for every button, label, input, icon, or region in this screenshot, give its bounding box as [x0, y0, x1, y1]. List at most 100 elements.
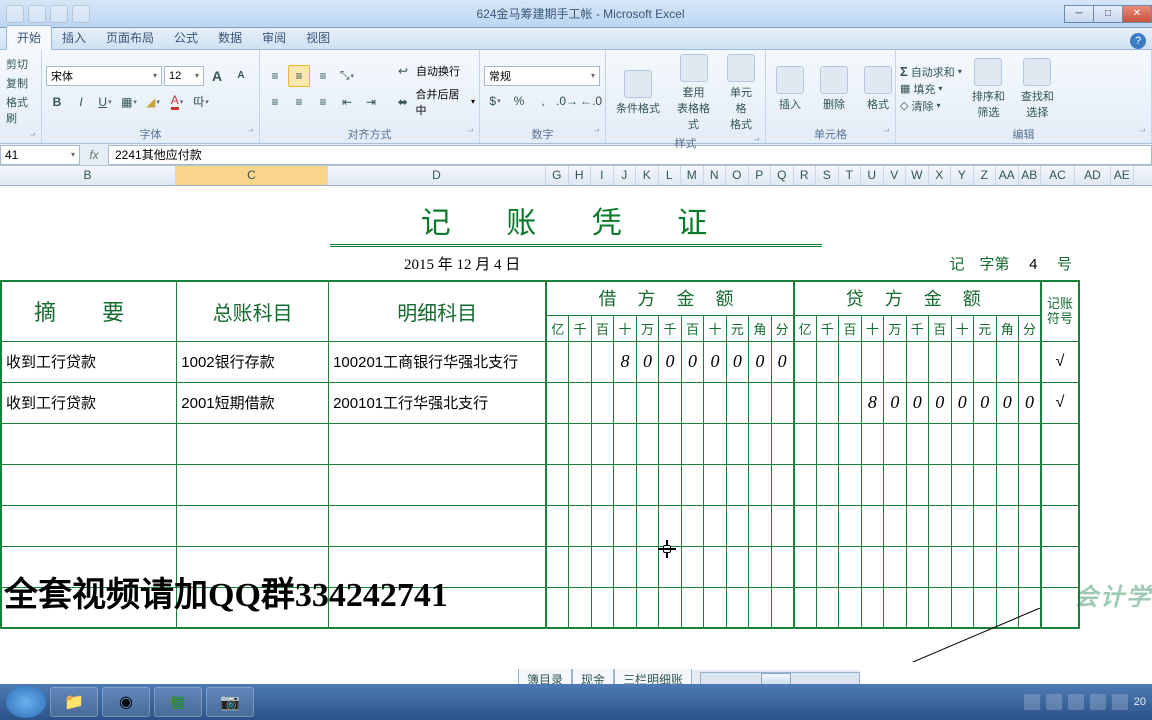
- col-header-C[interactable]: C: [176, 166, 328, 185]
- cell-debit-digit[interactable]: 0: [681, 341, 703, 382]
- column-headers[interactable]: B C D GHIJKLMNOPQRSTUVWXYZAAAB AC AD AE: [0, 166, 1152, 186]
- col-header-V[interactable]: V: [884, 166, 907, 185]
- cell-debit-digit[interactable]: [659, 464, 681, 505]
- cell-debit-digit[interactable]: [569, 423, 591, 464]
- col-header-W[interactable]: W: [906, 166, 929, 185]
- cell-debit-digit[interactable]: 0: [636, 341, 658, 382]
- cell-credit-digit[interactable]: [839, 546, 861, 587]
- tab-layout[interactable]: 页面布局: [96, 26, 164, 49]
- cell-credit-digit[interactable]: [839, 587, 861, 628]
- system-tray[interactable]: 20: [1024, 694, 1146, 710]
- table-row[interactable]: 收到工行贷款2001短期借款200101工行华强北支行80000000√: [1, 382, 1079, 423]
- cell-debit-digit[interactable]: [636, 423, 658, 464]
- cell-debit-digit[interactable]: [726, 382, 748, 423]
- cell-credit-digit[interactable]: [861, 505, 883, 546]
- cell-credit-digit[interactable]: [951, 546, 973, 587]
- fx-icon[interactable]: fx: [80, 148, 108, 162]
- cell-credit-digit[interactable]: [1018, 546, 1040, 587]
- cell-debit-digit[interactable]: [704, 382, 726, 423]
- cell-debit-digit[interactable]: [569, 341, 591, 382]
- cell-credit-digit[interactable]: [816, 423, 838, 464]
- cell-debit-digit[interactable]: [659, 505, 681, 546]
- format-painter-button[interactable]: 格式刷: [4, 93, 37, 127]
- cell-credit-digit[interactable]: [794, 464, 816, 505]
- cell-debit-digit[interactable]: [749, 382, 771, 423]
- cell-credit-digit[interactable]: [884, 587, 906, 628]
- cell-credit-digit[interactable]: [1018, 341, 1040, 382]
- cell-mark[interactable]: [1041, 423, 1079, 464]
- cell-credit-digit[interactable]: [951, 341, 973, 382]
- cell-credit-digit[interactable]: [816, 546, 838, 587]
- cell-sub[interactable]: 100201工商银行华强北支行: [329, 341, 547, 382]
- clear-button[interactable]: 清除: [911, 98, 933, 114]
- fill-color-button[interactable]: ◢▾: [142, 91, 164, 113]
- cell-credit-digit[interactable]: [906, 423, 928, 464]
- cell-credit-digit[interactable]: [1018, 505, 1040, 546]
- minimize-button[interactable]: ─: [1064, 5, 1094, 23]
- cell-credit-digit[interactable]: [929, 464, 951, 505]
- col-header-K[interactable]: K: [636, 166, 659, 185]
- cell-credit-digit[interactable]: [1018, 464, 1040, 505]
- taskbar-clock[interactable]: 20: [1134, 696, 1146, 708]
- col-header-AB[interactable]: AB: [1019, 166, 1042, 185]
- border-button[interactable]: ▦▾: [118, 91, 140, 113]
- align-bottom-button[interactable]: ≡: [312, 65, 334, 87]
- cell-credit-digit[interactable]: [996, 587, 1018, 628]
- cell-credit-digit[interactable]: 0: [996, 382, 1018, 423]
- autosum-button[interactable]: 自动求和: [911, 64, 955, 80]
- align-top-button[interactable]: ≡: [264, 65, 286, 87]
- cell-credit-digit[interactable]: [906, 464, 928, 505]
- maximize-button[interactable]: □: [1093, 5, 1123, 23]
- cell-debit-digit[interactable]: 0: [704, 341, 726, 382]
- cell-credit-digit[interactable]: [1018, 423, 1040, 464]
- col-header-Z[interactable]: Z: [974, 166, 997, 185]
- cell-debit-digit[interactable]: [681, 587, 703, 628]
- cell-gl[interactable]: 1002银行存款: [177, 341, 329, 382]
- cell-debit-digit[interactable]: [726, 587, 748, 628]
- tab-formula[interactable]: 公式: [164, 26, 208, 49]
- cell-summary[interactable]: 收到工行贷款: [1, 341, 177, 382]
- cell-credit-digit[interactable]: [794, 505, 816, 546]
- cell-debit-digit[interactable]: [636, 382, 658, 423]
- cell-credit-digit[interactable]: 0: [951, 382, 973, 423]
- table-row[interactable]: [1, 423, 1079, 464]
- save-icon[interactable]: [6, 5, 24, 23]
- cell-gl[interactable]: [177, 423, 329, 464]
- cell-debit-digit[interactable]: 8: [614, 341, 636, 382]
- cell-debit-digit[interactable]: [771, 505, 793, 546]
- cell-credit-digit[interactable]: [816, 382, 838, 423]
- font-size-combo[interactable]: 12▾: [164, 66, 204, 86]
- font-name-combo[interactable]: 宋体▾: [46, 66, 162, 86]
- cell-debit-digit[interactable]: [614, 505, 636, 546]
- cell-debit-digit[interactable]: [591, 546, 613, 587]
- orientation-button[interactable]: ⤡▾: [336, 65, 358, 87]
- cell-debit-digit[interactable]: [749, 464, 771, 505]
- cell-credit-digit[interactable]: [839, 464, 861, 505]
- cell-debit-digit[interactable]: [726, 546, 748, 587]
- cell-sub[interactable]: [329, 423, 547, 464]
- cell-debit-digit[interactable]: [569, 587, 591, 628]
- cell-credit-digit[interactable]: [974, 341, 996, 382]
- cell-debit-digit[interactable]: [726, 505, 748, 546]
- wrap-text-button[interactable]: 自动换行: [416, 63, 460, 79]
- col-header-I[interactable]: I: [591, 166, 614, 185]
- align-center-button[interactable]: ≡: [288, 91, 310, 113]
- cell-credit-digit[interactable]: [794, 341, 816, 382]
- cell-debit-digit[interactable]: [749, 505, 771, 546]
- cell-debit-digit[interactable]: [726, 464, 748, 505]
- cell-debit-digit[interactable]: [704, 587, 726, 628]
- cell-debit-digit[interactable]: [591, 464, 613, 505]
- tray-icon[interactable]: [1024, 694, 1040, 710]
- shrink-font-button[interactable]: A: [230, 65, 252, 87]
- cell-debit-digit[interactable]: [681, 423, 703, 464]
- cell-mark[interactable]: [1041, 464, 1079, 505]
- cell-debit-digit[interactable]: [749, 587, 771, 628]
- cell-debit-digit[interactable]: [681, 382, 703, 423]
- cell-debit-digit[interactable]: [614, 423, 636, 464]
- cell-credit-digit[interactable]: [816, 464, 838, 505]
- cell-debit-digit[interactable]: [591, 423, 613, 464]
- col-header-M[interactable]: M: [681, 166, 704, 185]
- cell-credit-digit[interactable]: [929, 423, 951, 464]
- cell-credit-digit[interactable]: [906, 341, 928, 382]
- insert-cells-button[interactable]: 插入: [770, 64, 810, 114]
